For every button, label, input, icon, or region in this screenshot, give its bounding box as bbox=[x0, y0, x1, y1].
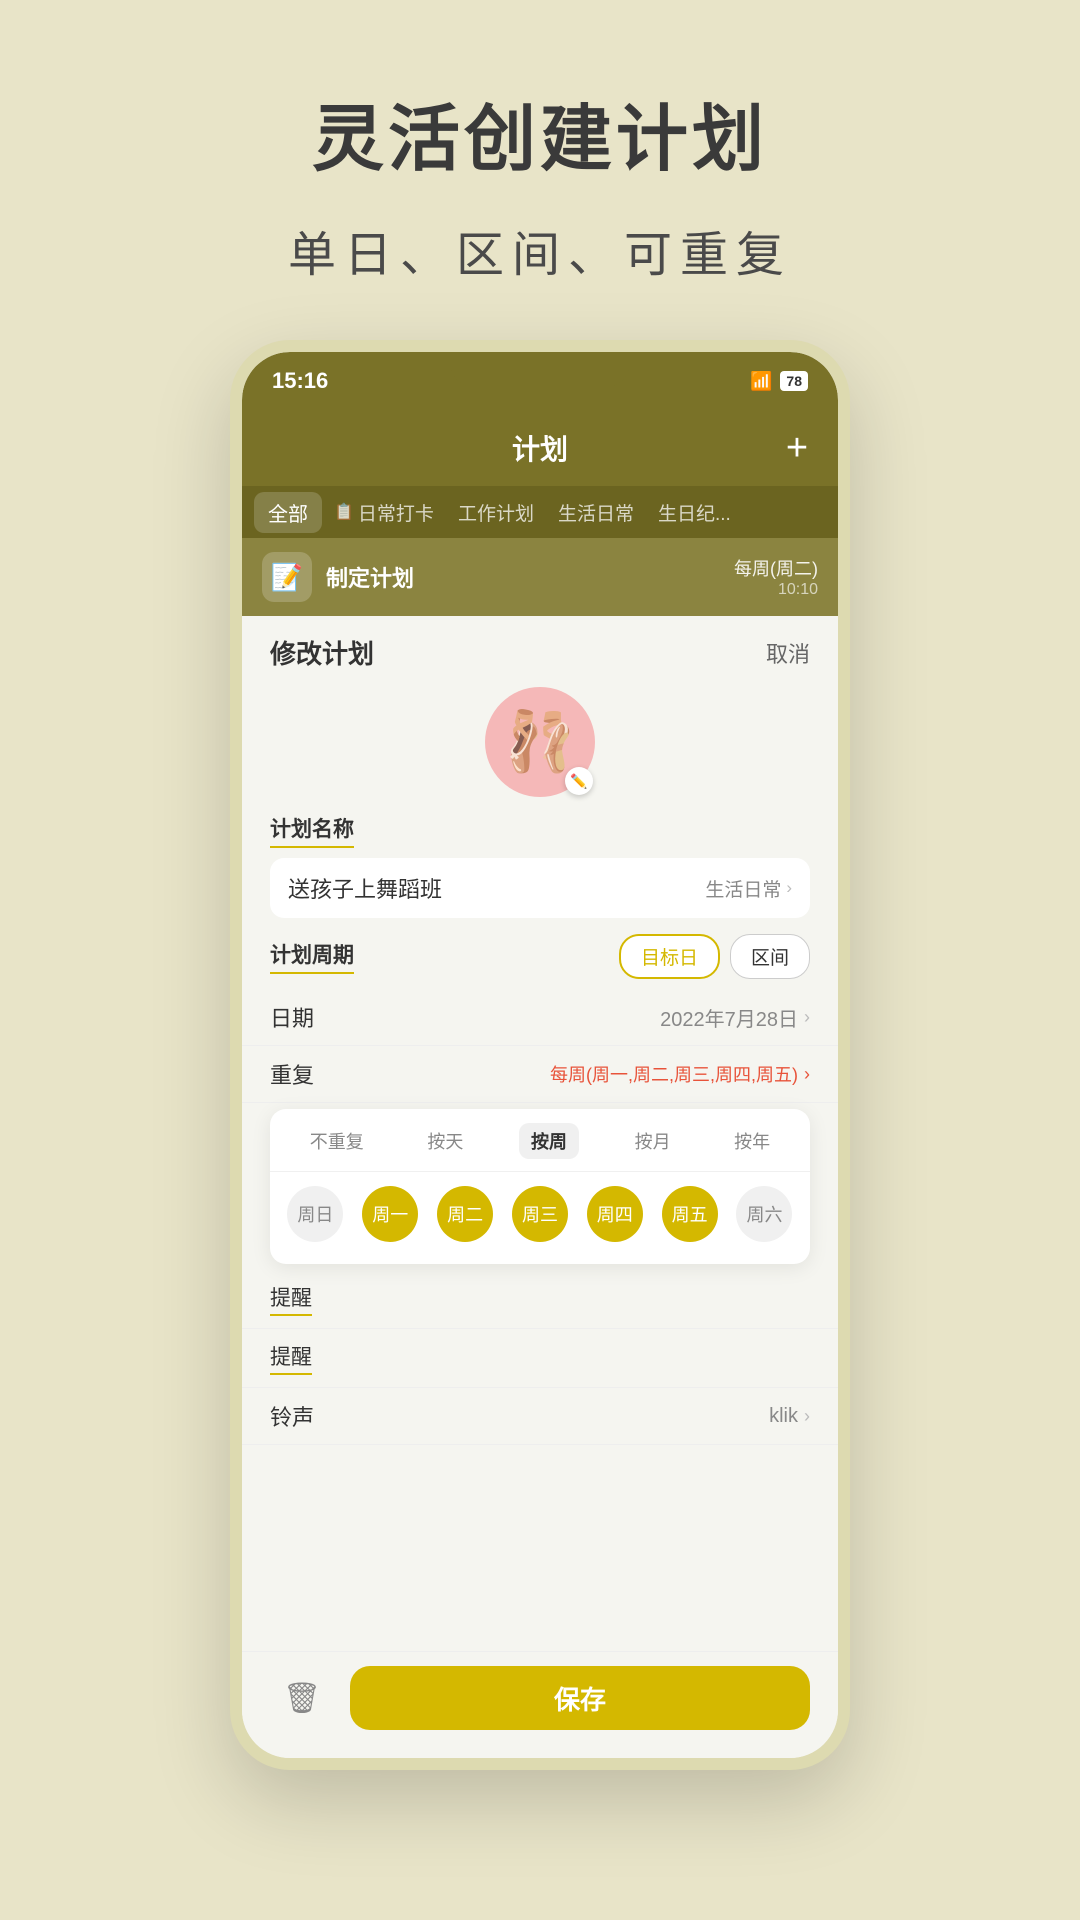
period-label: 计划周期 bbox=[270, 939, 354, 974]
plan-time-info: 每周(周二) 10:10 bbox=[734, 555, 818, 599]
category-selector[interactable]: 生活日常 › bbox=[705, 875, 792, 902]
wifi-icon: 📶 bbox=[750, 371, 772, 392]
status-time: 15:16 bbox=[272, 368, 328, 394]
repeat-value: 每周(周一,周二,周三,周四,周五) bbox=[550, 1061, 798, 1087]
reminder-label-1: 提醒 bbox=[270, 1282, 312, 1316]
plan-name-section: 计划名称 bbox=[242, 803, 838, 848]
period-range-button[interactable]: 区间 bbox=[730, 934, 810, 979]
period-target-day-button[interactable]: 目标日 bbox=[619, 934, 720, 979]
battery-badge: 78 bbox=[780, 371, 808, 391]
save-button[interactable]: 保存 bbox=[350, 1666, 810, 1730]
page-subtitle: 单日、区间、可重复 bbox=[288, 215, 792, 285]
form-header: 修改计划 取消 bbox=[242, 616, 838, 679]
period-section: 计划周期 目标日 区间 bbox=[242, 918, 838, 989]
phone-frame: 15:16 📶 78 计划 + 全部 📋 日常打卡 工作计划 bbox=[230, 340, 850, 1770]
phone-notch bbox=[450, 352, 630, 388]
add-button[interactable]: + bbox=[786, 427, 808, 470]
plan-name-value[interactable]: 送孩子上舞蹈班 bbox=[288, 872, 693, 904]
trash-button[interactable]: 🗑 bbox=[270, 1666, 334, 1730]
reminder-label-2: 提醒 bbox=[270, 1341, 312, 1375]
chevron-right-icon: › bbox=[786, 878, 792, 898]
weekday-sun[interactable]: 周日 bbox=[287, 1186, 343, 1242]
plan-name-input-row: 送孩子上舞蹈班 生活日常 › bbox=[270, 858, 810, 918]
weekday-sat[interactable]: 周六 bbox=[736, 1186, 792, 1242]
tab-life[interactable]: 生活日常 bbox=[546, 493, 646, 532]
avatar-emoji: 🩰 bbox=[504, 708, 576, 776]
app-header: 计划 + bbox=[242, 410, 838, 486]
ringtone-label: 铃声 bbox=[270, 1400, 314, 1432]
tab-birthday[interactable]: 生日纪... bbox=[646, 493, 743, 532]
repeat-chevron-icon: › bbox=[804, 1064, 810, 1085]
repeat-tab-year[interactable]: 按年 bbox=[726, 1123, 778, 1159]
ringtone-value: klik bbox=[769, 1405, 798, 1428]
status-icons: 📶 78 bbox=[750, 371, 808, 392]
repeat-tab-month[interactable]: 按月 bbox=[627, 1123, 679, 1159]
repeat-label: 重复 bbox=[270, 1058, 314, 1090]
cancel-button[interactable]: 取消 bbox=[766, 637, 810, 669]
weekday-mon[interactable]: 周一 bbox=[362, 1186, 418, 1242]
weekday-fri[interactable]: 周五 bbox=[662, 1186, 718, 1242]
weekday-tue[interactable]: 周二 bbox=[437, 1186, 493, 1242]
plan-name: 制定计划 bbox=[326, 561, 720, 593]
repeat-row[interactable]: 重复 每周(周一,周二,周三,周四,周五) › bbox=[242, 1046, 838, 1103]
date-row[interactable]: 日期 2022年7月28日 › bbox=[242, 989, 838, 1046]
repeat-tab-week[interactable]: 按周 bbox=[519, 1123, 579, 1159]
period-buttons: 目标日 区间 bbox=[619, 934, 810, 979]
category-label: 生活日常 bbox=[705, 875, 781, 902]
ringtone-chevron-icon: › bbox=[804, 1406, 810, 1427]
avatar-area: 🩰 ✏️ bbox=[242, 679, 838, 803]
date-chevron-icon: › bbox=[804, 1007, 810, 1028]
repeat-tab-day[interactable]: 按天 bbox=[419, 1123, 471, 1159]
date-value: 2022年7月28日 bbox=[660, 1003, 798, 1032]
repeat-tabs: 不重复 按天 按周 按月 按年 bbox=[270, 1123, 810, 1172]
header-title: 计划 bbox=[451, 428, 630, 468]
weekday-row: 周日 周一 周二 周三 周四 周五 bbox=[270, 1172, 810, 1250]
date-label: 日期 bbox=[270, 1001, 314, 1033]
plan-preview-row[interactable]: 📝 制定计划 每周(周二) 10:10 bbox=[242, 538, 838, 616]
weekday-wed[interactable]: 周三 bbox=[512, 1186, 568, 1242]
repeat-tab-no[interactable]: 不重复 bbox=[302, 1123, 372, 1159]
repeat-dropdown: 不重复 按天 按周 按月 按年 周日 周一 周二 bbox=[270, 1109, 810, 1264]
form-area: 修改计划 取消 🩰 ✏️ 计划名称 送孩子上舞蹈班 生活日常 › bbox=[242, 616, 838, 1698]
page-title: 灵活创建计划 bbox=[312, 80, 768, 185]
plan-name-label: 计划名称 bbox=[270, 813, 354, 848]
tab-work[interactable]: 工作计划 bbox=[446, 493, 546, 532]
tab-all[interactable]: 全部 bbox=[254, 492, 322, 533]
weekday-thu[interactable]: 周四 bbox=[587, 1186, 643, 1242]
ringtone-row[interactable]: 铃声 klik › bbox=[242, 1388, 838, 1445]
tab-bar: 全部 📋 日常打卡 工作计划 生活日常 生日纪... bbox=[242, 486, 838, 538]
reminder-row-2[interactable]: 提醒 bbox=[242, 1329, 838, 1388]
save-bar: 🗑 保存 bbox=[242, 1651, 838, 1758]
form-title: 修改计划 bbox=[270, 634, 374, 671]
avatar-edit-icon[interactable]: ✏️ bbox=[565, 767, 593, 795]
tab-daily[interactable]: 📋 日常打卡 bbox=[322, 493, 446, 532]
reminder-row-1[interactable]: 提醒 bbox=[242, 1270, 838, 1329]
plan-icon: 📝 bbox=[262, 552, 312, 602]
avatar-circle[interactable]: 🩰 ✏️ bbox=[485, 687, 595, 797]
